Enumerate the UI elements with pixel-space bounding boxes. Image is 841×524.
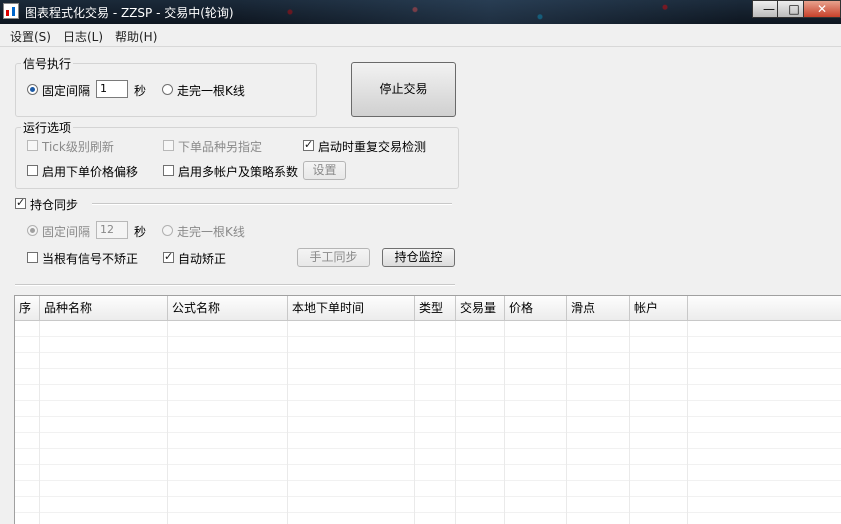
- instrument-specify-label: 下单品种另指定: [178, 140, 263, 154]
- menu-help[interactable]: 帮助(H): [115, 28, 157, 45]
- position-sync-label: 持仓同步: [30, 198, 79, 212]
- menu-log[interactable]: 日志(L): [63, 28, 103, 45]
- menu-settings[interactable]: 设置(S): [10, 28, 51, 45]
- menu-bar: 设置(S) 日志(L) 帮助(H): [0, 24, 841, 47]
- position-sync-checkbox[interactable]: [15, 196, 26, 209]
- column-header-seq[interactable]: 序: [15, 296, 40, 320]
- close-button[interactable]: ✕: [803, 0, 841, 18]
- signal-bar-complete-label: 走完一根K线: [177, 84, 245, 98]
- tick-refresh-label: Tick级别刷新: [42, 140, 114, 154]
- bottom-divider: [15, 284, 455, 286]
- multi-account-settings-button[interactable]: 设置: [303, 161, 346, 180]
- column-header-price[interactable]: 价格: [505, 296, 567, 320]
- title-bar-decoration: [240, 0, 740, 24]
- auto-correct-label: 自动矫正: [178, 252, 227, 266]
- column-header-volume[interactable]: 交易量: [456, 296, 505, 320]
- column-header-slippage[interactable]: 滑点: [567, 296, 630, 320]
- signal-fixed-interval-radio[interactable]: [27, 84, 38, 95]
- column-divider: [287, 321, 288, 524]
- column-divider: [414, 321, 415, 524]
- no-correct-checkbox[interactable]: [27, 252, 38, 263]
- column-divider: [566, 321, 567, 524]
- column-header-instrument[interactable]: 品种名称: [40, 296, 168, 320]
- repeat-check-checkbox[interactable]: [303, 138, 314, 151]
- column-header-type[interactable]: 类型: [415, 296, 456, 320]
- price-offset-checkbox[interactable]: [27, 165, 38, 176]
- window-title: 图表程式化交易 - ZZSP - 交易中(轮询): [25, 6, 234, 20]
- sync-interval-input[interactable]: 12: [96, 221, 128, 239]
- column-header-order-time[interactable]: 本地下单时间: [288, 296, 415, 320]
- tick-refresh-checkbox[interactable]: [27, 140, 38, 151]
- column-header-account[interactable]: 帐户: [630, 296, 688, 320]
- auto-correct-checkbox[interactable]: [163, 250, 174, 263]
- sync-bar-complete-radio[interactable]: [162, 225, 173, 236]
- table-body: [15, 321, 841, 524]
- column-divider: [629, 321, 630, 524]
- multi-account-checkbox[interactable]: [163, 165, 174, 176]
- signal-interval-input[interactable]: 1: [96, 80, 128, 98]
- manual-sync-button[interactable]: 手工同步: [297, 248, 370, 267]
- run-options-label: 运行选项: [21, 119, 74, 136]
- instrument-specify-checkbox[interactable]: [163, 140, 174, 151]
- table-header: 序 品种名称 公式名称 本地下单时间 类型 交易量 价格 滑点 帐户: [15, 296, 841, 321]
- sync-bar-complete-label: 走完一根K线: [177, 225, 245, 239]
- column-divider: [167, 321, 168, 524]
- signal-bar-complete-radio[interactable]: [162, 84, 173, 95]
- app-chart-icon[interactable]: [3, 3, 19, 19]
- multi-account-label: 启用多帐户及策略系数: [178, 165, 299, 179]
- signal-seconds-unit: 秒: [134, 84, 147, 98]
- sync-fixed-interval-label: 固定间隔: [42, 225, 91, 239]
- sync-fixed-interval-radio[interactable]: [27, 225, 38, 236]
- order-table[interactable]: 序 品种名称 公式名称 本地下单时间 类型 交易量 价格 滑点 帐户: [14, 295, 841, 524]
- price-offset-label: 启用下单价格偏移: [42, 165, 139, 179]
- column-divider: [504, 321, 505, 524]
- column-header-formula[interactable]: 公式名称: [168, 296, 288, 320]
- title-bar: 图表程式化交易 - ZZSP - 交易中(轮询) — □ ✕: [0, 0, 841, 24]
- stop-trading-button[interactable]: 停止交易: [351, 62, 456, 117]
- column-divider: [39, 321, 40, 524]
- position-monitor-button[interactable]: 持仓监控: [382, 248, 455, 267]
- signal-fixed-interval-label: 固定间隔: [42, 84, 91, 98]
- position-sync-divider: [92, 203, 452, 205]
- no-correct-label: 当根有信号不矫正: [42, 252, 139, 266]
- repeat-check-label: 启动时重复交易检测: [318, 140, 427, 154]
- column-divider: [687, 321, 688, 524]
- sync-seconds-unit: 秒: [134, 225, 147, 239]
- signal-execution-label: 信号执行: [21, 55, 74, 72]
- column-divider: [455, 321, 456, 524]
